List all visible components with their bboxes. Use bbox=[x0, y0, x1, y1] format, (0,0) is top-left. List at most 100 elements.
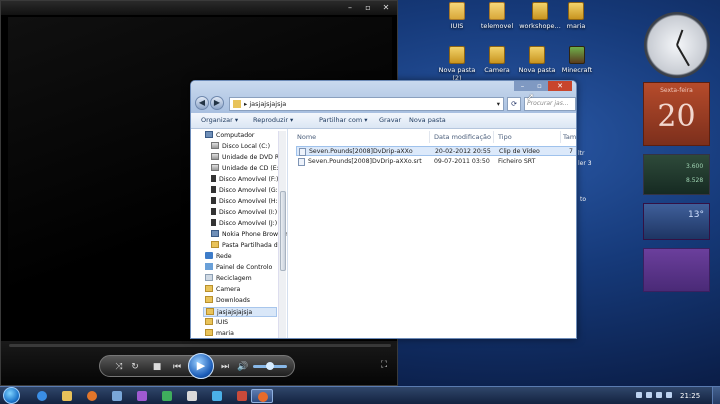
volume-knob[interactable] bbox=[266, 362, 274, 370]
clock-gadget[interactable] bbox=[644, 12, 710, 78]
app-icon bbox=[212, 391, 222, 401]
taskbar-app[interactable] bbox=[131, 389, 153, 403]
desktop-icon-minecraft[interactable]: Minecraft bbox=[553, 46, 601, 74]
nav-item-reciclagem[interactable]: Reciclagem bbox=[205, 274, 252, 284]
taskbar-app[interactable] bbox=[106, 389, 128, 403]
close-button[interactable]: ✕ bbox=[548, 81, 572, 91]
fullscreen-icon[interactable]: ⛶ bbox=[377, 359, 391, 371]
taskbar-app[interactable] bbox=[206, 389, 228, 403]
nav-item-dvd[interactable]: Unidade de DVD RW bbox=[211, 153, 285, 163]
folder-icon bbox=[449, 46, 465, 64]
nav-item-disco-h[interactable]: Disco Amovível (H:) bbox=[211, 197, 280, 207]
media-player-icon bbox=[258, 392, 268, 402]
nav-item-label: Disco Amovível (F:) bbox=[219, 176, 279, 183]
nav-item-iuis[interactable]: IUIS bbox=[205, 318, 228, 328]
player-titlebar[interactable]: – ▫ ✕ bbox=[1, 1, 397, 15]
nav-item-disco-local[interactable]: Disco Local (C:) bbox=[211, 142, 270, 152]
play-menu-button[interactable]: Reproduzir ▾ bbox=[253, 116, 293, 124]
internet-explorer-icon bbox=[37, 391, 47, 401]
nav-scrollbar[interactable] bbox=[278, 131, 286, 338]
taskbar-ie[interactable] bbox=[31, 389, 53, 403]
explorer-window[interactable]: – ▫ ✕ ◀ ▶ ▸ jasjajsjajsja ▾ ⟳ Procurar jas… bbox=[190, 80, 577, 339]
stop-icon[interactable]: ■ bbox=[150, 361, 164, 373]
file-list[interactable]: Nome Data modificação Tipo Tam Seven.Pou… bbox=[288, 129, 576, 338]
address-bar[interactable]: ▸ jasjajsjajsja ▾ bbox=[229, 97, 504, 111]
taskbar-app[interactable] bbox=[156, 389, 178, 403]
file-row[interactable]: Seven.Pounds[2008]DvDrip-aXXo.srt 09-07-… bbox=[296, 157, 576, 167]
nav-item-disco-g[interactable]: Disco Amovível (G:) bbox=[211, 186, 280, 196]
nav-scroll-thumb[interactable] bbox=[280, 191, 286, 271]
nav-item-camera[interactable]: Camera bbox=[205, 285, 240, 295]
nav-item-nokia[interactable]: Nokia Phone Browser bbox=[211, 230, 287, 240]
column-header-type[interactable]: Tipo bbox=[498, 133, 512, 141]
maximize-button[interactable]: ▫ bbox=[359, 2, 377, 13]
show-desktop-button[interactable] bbox=[712, 387, 720, 404]
back-button[interactable]: ◀ bbox=[195, 96, 209, 110]
share-button[interactable]: Partilhar com ▾ bbox=[319, 116, 368, 124]
close-button[interactable]: ✕ bbox=[377, 2, 395, 13]
nav-item-label: Rede bbox=[216, 253, 232, 260]
minimize-button[interactable]: – bbox=[341, 2, 359, 13]
file-row[interactable]: Seven.Pounds[2008]DvDrip-aXXo 20-02-2012… bbox=[296, 146, 576, 156]
folder-icon bbox=[205, 285, 213, 292]
column-separator[interactable] bbox=[429, 131, 430, 143]
organize-button[interactable]: Organizar ▾ bbox=[201, 116, 238, 124]
tray-icon[interactable] bbox=[646, 392, 652, 398]
nav-item-computador[interactable]: Computador bbox=[205, 131, 254, 141]
file-date: 20-02-2012 20:55 bbox=[435, 148, 491, 155]
network-tray-icon[interactable] bbox=[666, 392, 672, 398]
mute-icon[interactable]: 🔊 bbox=[236, 361, 250, 373]
nav-item-maria[interactable]: maria bbox=[205, 329, 234, 338]
seek-bar[interactable] bbox=[9, 344, 391, 347]
column-header-date[interactable]: Data modificação bbox=[434, 133, 491, 141]
refresh-button[interactable]: ⟳ bbox=[507, 97, 521, 111]
forward-button[interactable]: ▶ bbox=[210, 96, 224, 110]
nav-item-rede[interactable]: Rede bbox=[205, 252, 232, 262]
taskbar-app[interactable] bbox=[231, 389, 253, 403]
nav-item-pasta-partilhada[interactable]: Pasta Partilhada de bbox=[211, 241, 281, 251]
column-header-name[interactable]: Nome bbox=[297, 133, 316, 141]
taskbar-media-player[interactable] bbox=[251, 389, 273, 403]
desktop-icon-telemovel[interactable]: telemovel bbox=[473, 2, 521, 30]
nav-item-downloads[interactable]: Downloads bbox=[205, 296, 250, 306]
previous-icon[interactable]: ⏮ bbox=[170, 361, 184, 373]
start-button[interactable] bbox=[3, 387, 20, 404]
burn-button[interactable]: Gravar bbox=[379, 116, 401, 124]
nav-item-disco-i[interactable]: Disco Amovível (I:) bbox=[211, 208, 277, 218]
nav-item-painel[interactable]: Painel de Controlo bbox=[205, 263, 272, 273]
cpu-meter-gadget[interactable]: 3.600 8.528 bbox=[643, 154, 710, 195]
address-dropdown-icon[interactable]: ▾ bbox=[497, 98, 500, 110]
clock-time[interactable]: 21:25 bbox=[680, 388, 700, 404]
taskbar-firefox[interactable] bbox=[81, 389, 103, 403]
folder-icon bbox=[532, 2, 548, 20]
explorer-titlebar[interactable]: – ▫ ✕ ◀ ▶ ▸ jasjajsjajsja ▾ ⟳ Procurar jas… bbox=[191, 81, 576, 113]
nav-item-label: IUIS bbox=[216, 319, 229, 326]
nav-item-disco-j[interactable]: Disco Amovível (J:) bbox=[211, 219, 277, 229]
weather-gadget[interactable]: 13° bbox=[643, 203, 710, 240]
nav-item-label: Disco Amovível (J:) bbox=[219, 220, 278, 227]
minimize-button[interactable]: – bbox=[514, 81, 531, 91]
meter-value: 3.600 bbox=[686, 163, 704, 170]
breadcrumb[interactable]: jasjajsjajsja bbox=[249, 100, 286, 108]
desktop-icon-maria[interactable]: maria bbox=[552, 2, 600, 30]
play-button[interactable]: ▶ bbox=[188, 353, 214, 379]
folder-icon bbox=[205, 296, 213, 303]
volume-tray-icon[interactable] bbox=[656, 392, 662, 398]
nav-item-disco-f[interactable]: Disco Amovível (F:) bbox=[211, 175, 278, 185]
new-folder-button[interactable]: Nova pasta bbox=[409, 116, 446, 124]
calendar-gadget[interactable]: Sexta-feira 20 bbox=[643, 82, 710, 146]
taskbar-explorer[interactable] bbox=[56, 389, 78, 403]
column-separator[interactable] bbox=[493, 131, 494, 143]
nav-item-cd[interactable]: Unidade de CD (E:) bbox=[211, 164, 281, 174]
column-header-size[interactable]: Tam bbox=[563, 133, 576, 141]
slideshow-gadget[interactable] bbox=[643, 248, 710, 292]
navigation-pane[interactable]: Computador Disco Local (C:) Unidade de D… bbox=[191, 129, 288, 338]
nav-item-jasjajsjajsja[interactable]: jasjajsjajsja bbox=[203, 307, 277, 317]
column-separator[interactable] bbox=[560, 131, 561, 143]
maximize-button[interactable]: ▫ bbox=[531, 81, 548, 91]
tray-icon[interactable] bbox=[636, 392, 642, 398]
repeat-icon[interactable]: ↻ bbox=[128, 361, 142, 373]
shuffle-icon[interactable]: ⤨ bbox=[112, 361, 126, 373]
next-icon[interactable]: ⏭ bbox=[218, 361, 232, 373]
taskbar-app[interactable] bbox=[181, 389, 203, 403]
